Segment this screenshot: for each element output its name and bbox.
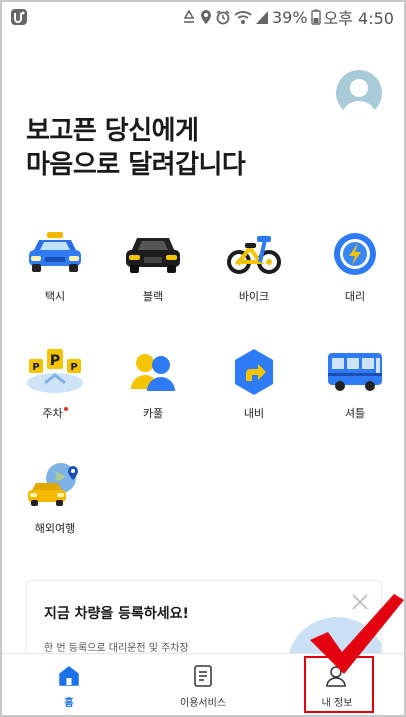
- parking-icon: P P P: [27, 349, 83, 393]
- location-icon: [200, 10, 211, 24]
- signal-icon: [255, 11, 268, 24]
- wifi-icon: [234, 11, 252, 24]
- profile-avatar[interactable]: [336, 70, 382, 116]
- headline: 보고픈 당신에게 마음으로 달려갑니다: [26, 114, 246, 182]
- service-navi[interactable]: 내비: [214, 347, 294, 421]
- service-label: 해외여행: [34, 522, 76, 535]
- service-shuttle[interactable]: 셔틀: [315, 347, 395, 421]
- tab-home[interactable]: 홈: [2, 654, 136, 715]
- close-icon[interactable]: [351, 593, 369, 611]
- home-icon: [59, 666, 79, 686]
- new-badge-dot: [63, 407, 68, 411]
- service-label: 블랙: [142, 290, 164, 303]
- svg-text:P: P: [50, 353, 60, 369]
- battery-percent: 39%: [271, 7, 308, 27]
- svg-text:P: P: [32, 362, 39, 373]
- black-car-icon: [126, 238, 180, 273]
- service-label: 택시: [44, 290, 66, 303]
- taxi-icon: [29, 232, 81, 272]
- tab-label: 홈: [64, 698, 74, 709]
- headline-line-1: 보고픈 당신에게: [26, 116, 199, 146]
- service-label: 대리: [344, 290, 366, 303]
- banner-title: 지금 차량을 등록하세요!: [44, 606, 189, 622]
- headline-line-2: 마음으로 달려갑니다: [26, 150, 246, 180]
- app-screen: 39% 오후 4:50 보고픈 당신에게 마음으로 달려갑니다 택시 블랙 바이…: [2, 2, 404, 715]
- service-carpool[interactable]: 카풀: [113, 347, 193, 421]
- tab-services[interactable]: 이용서비스: [136, 654, 270, 715]
- service-bike[interactable]: 바이크: [214, 230, 294, 304]
- status-bar: 39% 오후 4:50: [2, 2, 404, 32]
- document-icon: [194, 665, 212, 687]
- avatar-person-icon: [342, 79, 376, 116]
- service-label: 내비: [243, 407, 265, 420]
- tab-label: 이용서비스: [180, 698, 226, 709]
- service-label: 바이크: [238, 290, 270, 303]
- service-parking[interactable]: P P P 주차: [15, 347, 95, 421]
- service-taxi[interactable]: 택시: [15, 230, 95, 304]
- service-driver[interactable]: 대리: [315, 230, 395, 304]
- service-black[interactable]: 블랙: [113, 230, 193, 304]
- carpool-icon: [131, 354, 175, 391]
- navi-icon: [235, 349, 273, 395]
- recycle-icon: [183, 9, 195, 23]
- overseas-travel-icon: [28, 463, 78, 506]
- banner-description: 한 번 등록으로 대리운전 및 주차장: [44, 643, 189, 654]
- app-icon: [11, 9, 27, 25]
- service-overseas[interactable]: 해외여행: [15, 462, 95, 536]
- bike-icon: [227, 236, 281, 274]
- highlight-box: [304, 656, 374, 713]
- service-label: 카풀: [142, 407, 164, 420]
- battery-icon: [310, 9, 321, 25]
- svg-text:P: P: [70, 362, 77, 373]
- clock: 오후 4:50: [323, 9, 394, 28]
- shuttle-bus-icon: [328, 353, 382, 391]
- steering-wheel-icon: [334, 233, 376, 275]
- service-label: 주차: [15, 405, 95, 421]
- service-label: 셔틀: [344, 407, 366, 420]
- alarm-icon: [216, 10, 230, 25]
- service-label-text: 주차: [42, 407, 63, 420]
